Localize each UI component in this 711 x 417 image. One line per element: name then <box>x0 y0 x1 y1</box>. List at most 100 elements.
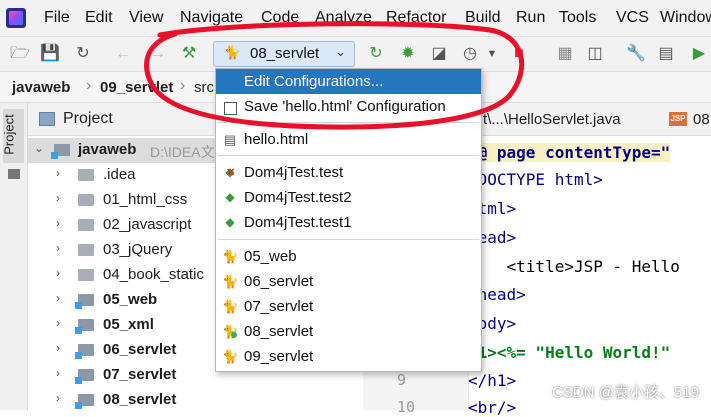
watermark: CSDN @袁小孩、519 <box>552 384 699 401</box>
stop-icon[interactable]: ■ <box>510 45 528 63</box>
config-item-label: 06_servlet <box>244 273 314 290</box>
breadcrumb-item-09-servlet[interactable]: 09_servlet <box>100 79 173 96</box>
chevron-right-icon: › <box>56 366 60 380</box>
chevron-right-icon: › <box>56 391 60 405</box>
menu-build[interactable]: Build <box>465 9 501 27</box>
tomcat-icon: 🐈 <box>222 274 239 289</box>
tree-item-label: 07_servlet <box>103 366 177 383</box>
save-configuration-label: Save 'hello.html' Configuration <box>244 98 446 115</box>
menu-file[interactable]: File <box>44 9 70 27</box>
project-structure-icon[interactable]: ▦ <box>556 45 574 63</box>
tab-hello-servlet[interactable]: t\...\HelloServlet.java <box>483 111 621 128</box>
menu-run[interactable]: Run <box>516 9 545 27</box>
save-all-icon[interactable]: 💾 <box>40 45 60 63</box>
menu-tools[interactable]: Tools <box>559 9 596 27</box>
menu-refactor[interactable]: Refactor <box>386 9 446 27</box>
chevron-down-icon: ⌄ <box>34 141 45 155</box>
line-number: 9 <box>397 371 407 389</box>
chevron-down-icon: ⌄ <box>335 44 346 59</box>
tree-item[interactable]: › 08_servlet <box>28 388 363 413</box>
module-folder-icon <box>51 144 70 159</box>
junit-test-icon: ◆ ✕ <box>225 165 236 179</box>
folder-icon <box>78 219 94 231</box>
menu-navigate[interactable]: Navigate <box>180 9 243 27</box>
module-folder-icon <box>75 319 94 334</box>
menu-code[interactable]: Code <box>261 9 299 27</box>
save-configuration-item[interactable]: Save 'hello.html' Configuration <box>216 94 481 119</box>
sdk-package-icon[interactable]: ◫ <box>586 45 604 63</box>
jsp-file-icon: JSP <box>669 112 687 126</box>
tree-item-label: 01_html_css <box>103 191 188 208</box>
tree-item-label: 05_xml <box>103 316 154 333</box>
menu-divider <box>218 155 479 156</box>
junit-test-icon: ◆ <box>225 215 235 229</box>
project-view-selector[interactable]: Project <box>63 110 113 128</box>
project-tool-window-label: Project <box>1 114 17 155</box>
tree-item-label: 08_servlet <box>103 391 177 408</box>
menu-analyze[interactable]: Analyze <box>315 9 372 27</box>
config-item-label: Dom4jTest.test1 <box>244 214 352 231</box>
run-configuration-label: 08_servlet <box>250 45 320 62</box>
menu-vcs[interactable]: VCS <box>616 9 649 27</box>
menu-window[interactable]: Window <box>660 9 711 27</box>
project-view-icon <box>39 112 55 126</box>
config-item-tomcat[interactable]: 🐈 06_servlet <box>216 269 481 294</box>
sync-icon[interactable]: ↻ <box>74 45 92 63</box>
menu-view[interactable]: View <box>129 9 163 27</box>
breadcrumb-separator-icon: › <box>86 77 92 94</box>
folder-icon <box>78 269 94 281</box>
module-folder-icon <box>75 394 94 409</box>
more-run-chevron-icon[interactable]: ▼ <box>483 45 501 63</box>
folder-icon <box>78 169 94 181</box>
layout-icon[interactable]: ▤ <box>657 45 675 63</box>
edit-configurations-item[interactable]: Edit Configurations... <box>216 69 481 94</box>
coverage-icon[interactable]: ◪ <box>430 45 448 63</box>
terminal-icon[interactable]: ▶ <box>690 45 708 63</box>
chevron-right-icon: › <box>56 241 60 255</box>
project-tool-window-button[interactable]: Project <box>1 109 24 163</box>
tomcat-icon: 🐈 <box>222 249 239 264</box>
tree-item-label: 05_web <box>103 291 158 308</box>
open-folder-icon[interactable]: 🗁 <box>10 45 30 63</box>
config-item-tomcat[interactable]: 🐈 07_servlet <box>216 294 481 319</box>
back-arrow-icon[interactable]: ← <box>114 45 132 63</box>
tab-08[interactable]: 08 <box>693 111 710 128</box>
config-item-tomcat[interactable]: 🐈 05_web <box>216 244 481 269</box>
chevron-right-icon: › <box>56 166 60 180</box>
run-configuration-popup: Edit Configurations... Save 'hello.html'… <box>215 68 482 372</box>
chevron-right-icon: › <box>56 291 60 305</box>
running-indicator-icon <box>231 332 237 338</box>
folder-icon <box>78 244 94 256</box>
module-folder-icon <box>75 369 94 384</box>
breadcrumb-item-javaweb[interactable]: javaweb <box>12 79 70 96</box>
settings-wrench-icon[interactable]: 🔧 <box>626 45 646 63</box>
chevron-right-icon: › <box>56 266 60 280</box>
error-x-icon: ✕ <box>226 167 236 179</box>
profile-icon[interactable]: ◷ <box>461 45 479 63</box>
edit-configurations-label: Edit Configurations... <box>244 73 384 90</box>
config-item-test[interactable]: ◆ Dom4jTest.test1 <box>216 210 481 235</box>
run-configuration-selector[interactable]: 🐈 08_servlet ⌄ <box>213 41 355 67</box>
junit-test-icon: ◆ <box>225 190 235 204</box>
build-hammer-icon[interactable]: ⚒ <box>180 45 198 63</box>
config-item-hello-html[interactable]: ▤ hello.html <box>216 127 481 152</box>
line-number: 10 <box>397 398 416 416</box>
config-item-test[interactable]: ◆ ✕ Dom4jTest.test <box>216 160 481 185</box>
code-line: %@ page contentType=" <box>468 143 671 162</box>
debug-bug-icon[interactable]: ✹ <box>399 45 417 63</box>
rerun-icon[interactable]: ↻ <box>367 45 385 63</box>
config-item-label: 05_web <box>244 248 297 265</box>
config-item-label: 09_servlet <box>244 348 314 365</box>
folder-icon <box>8 169 20 179</box>
forward-arrow-icon[interactable]: → <box>149 45 167 63</box>
config-item-label: hello.html <box>244 131 309 148</box>
tree-item-label: .idea <box>103 166 136 183</box>
code-line: </h1> <box>468 371 517 390</box>
config-item-tomcat[interactable]: 🐈 09_servlet <box>216 344 481 369</box>
breadcrumb-item-src[interactable]: src <box>194 79 214 96</box>
menu-edit[interactable]: Edit <box>85 9 113 27</box>
config-item-label: 08_servlet <box>244 323 314 340</box>
config-item-tomcat-running[interactable]: 🐈 08_servlet <box>216 319 481 344</box>
config-item-test[interactable]: ◆ Dom4jTest.test2 <box>216 185 481 210</box>
chevron-right-icon: › <box>56 316 60 330</box>
